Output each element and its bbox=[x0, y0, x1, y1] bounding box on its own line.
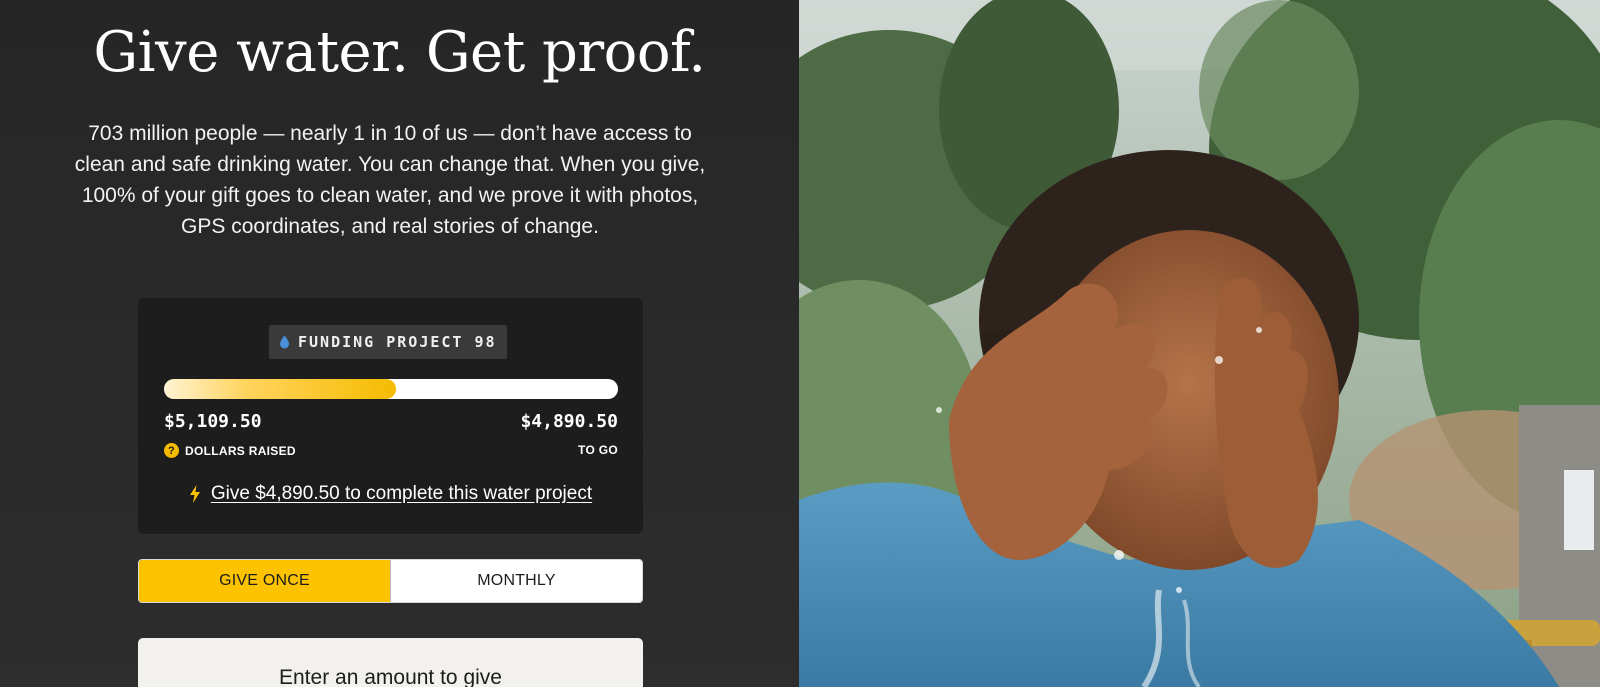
amount-input-label: Enter an amount to give bbox=[279, 666, 502, 687]
funding-badge-label: FUNDING PROJECT 98 bbox=[298, 333, 497, 351]
togo-label: TO GO bbox=[578, 443, 618, 457]
complete-project-link[interactable]: Give $4,890.50 to complete this water pr… bbox=[211, 483, 592, 505]
funding-progress-bar bbox=[164, 379, 618, 399]
monthly-button[interactable]: MONTHLY bbox=[390, 560, 642, 602]
donation-panel: Give water. Get proof. 703 million peopl… bbox=[0, 0, 799, 687]
page-title: Give water. Get proof. bbox=[93, 20, 706, 85]
raised-label-row: ? DOLLARS RAISED bbox=[164, 443, 296, 458]
give-once-button[interactable]: GIVE ONCE bbox=[139, 560, 390, 602]
raised-amount: $5,109.50 bbox=[164, 411, 262, 432]
raised-label: DOLLARS RAISED bbox=[185, 443, 296, 458]
togo-amount: $4,890.50 bbox=[520, 411, 618, 432]
funding-badge: FUNDING PROJECT 98 bbox=[269, 325, 507, 359]
lightning-icon bbox=[189, 485, 201, 503]
hero-photo bbox=[799, 0, 1600, 687]
complete-project-row: Give $4,890.50 to complete this water pr… bbox=[138, 483, 643, 505]
question-icon[interactable]: ? bbox=[164, 443, 179, 458]
funding-card: FUNDING PROJECT 98 $5,109.50 $4,890.50 ?… bbox=[138, 298, 643, 534]
water-drop-icon bbox=[279, 335, 290, 349]
give-frequency-toggle: GIVE ONCE MONTHLY bbox=[138, 559, 643, 603]
funding-progress-fill bbox=[164, 379, 396, 399]
page: Give water. Get proof. 703 million peopl… bbox=[0, 0, 1600, 687]
amount-input[interactable]: Enter an amount to give bbox=[138, 638, 643, 687]
intro-text: 703 million people — nearly 1 in 10 of u… bbox=[74, 122, 706, 238]
